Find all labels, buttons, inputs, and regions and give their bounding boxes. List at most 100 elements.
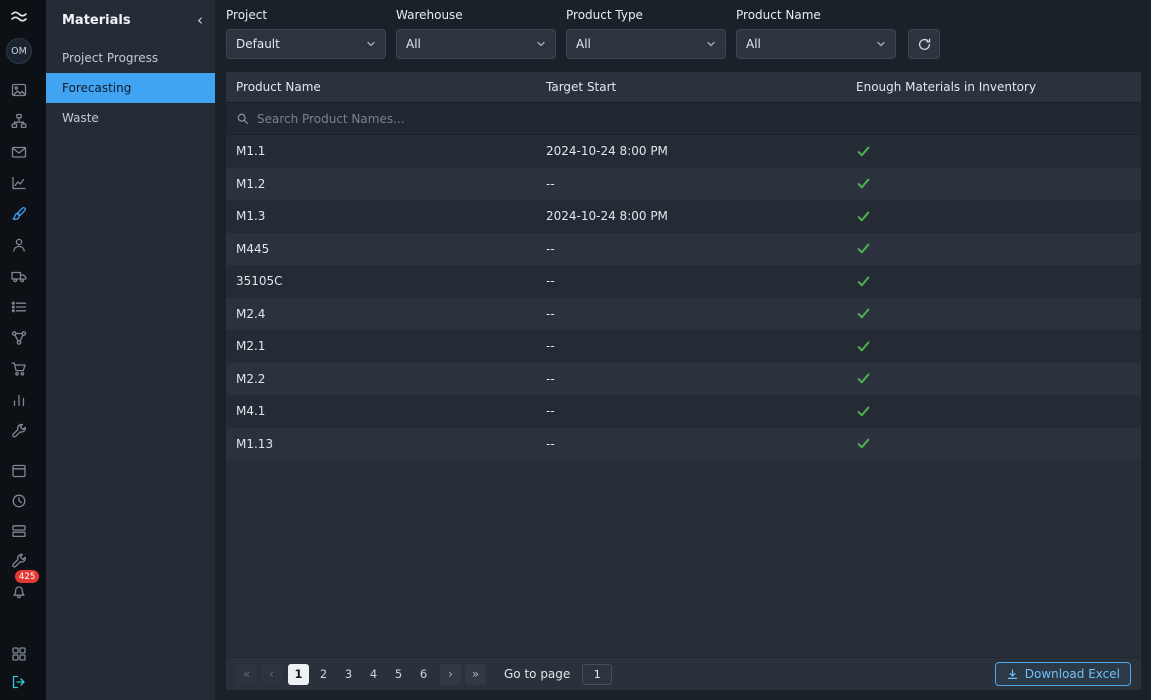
column-header-target-start[interactable]: Target Start	[546, 80, 856, 94]
previous-page-button[interactable]: ‹	[261, 664, 282, 685]
page-buttons: 123456	[288, 664, 434, 685]
wrench-icon[interactable]	[10, 423, 28, 439]
check-icon	[856, 339, 871, 354]
cell-target-start: --	[546, 372, 856, 386]
chart-line-icon[interactable]	[10, 175, 28, 191]
truck-icon[interactable]	[10, 268, 28, 284]
table-row[interactable]: M445--	[226, 233, 1141, 266]
refresh-button[interactable]	[908, 29, 940, 59]
page-button-4[interactable]: 4	[363, 664, 384, 685]
table-panel: Product Name Target Start Enough Materia…	[226, 72, 1141, 690]
cell-enough-materials	[856, 306, 1141, 321]
check-icon	[856, 241, 871, 256]
check-icon	[856, 436, 871, 451]
search-icon	[236, 112, 249, 125]
sidebar-header: Materials ‹	[46, 0, 215, 43]
first-page-button[interactable]: «	[236, 664, 257, 685]
app-logo-icon[interactable]	[9, 7, 29, 27]
filter-label: Warehouse	[396, 8, 556, 22]
table-row[interactable]: M1.2--	[226, 168, 1141, 201]
cell-product-name: M2.4	[226, 307, 546, 321]
check-icon	[856, 209, 871, 224]
cell-product-name: M1.1	[226, 144, 546, 158]
cell-enough-materials	[856, 144, 1141, 159]
cart-icon[interactable]	[10, 361, 28, 377]
tools-icon[interactable]	[10, 553, 28, 569]
avatar[interactable]: OM	[6, 38, 32, 64]
list-icon[interactable]	[10, 299, 28, 315]
table-row[interactable]: M4.1--	[226, 395, 1141, 428]
table-row[interactable]: M1.12024-10-24 8:00 PM	[226, 135, 1141, 168]
sidebar-item-waste[interactable]: Waste	[46, 103, 215, 133]
table-row[interactable]: M1.32024-10-24 8:00 PM	[226, 200, 1141, 233]
select-value: All	[746, 37, 761, 51]
check-icon	[856, 306, 871, 321]
page-button-1[interactable]: 1	[288, 664, 309, 685]
check-icon	[856, 144, 871, 159]
collapse-sidebar-icon[interactable]: ‹	[197, 13, 203, 28]
bar-chart-icon[interactable]	[10, 392, 28, 408]
logout-icon[interactable]	[10, 674, 28, 690]
image-icon[interactable]	[10, 82, 28, 98]
filter-label: Product Type	[566, 8, 726, 22]
app-root: OM 425 Materials ‹ Project ProgressForec…	[0, 0, 1151, 700]
clock-icon[interactable]	[10, 493, 28, 509]
download-label: Download Excel	[1025, 667, 1120, 681]
filters-row: ProjectDefault Warehouse All Product Type Al…	[226, 8, 1141, 59]
cell-target-start: --	[546, 177, 856, 191]
product-name-select[interactable]: All	[736, 29, 896, 59]
cell-target-start: 2024-10-24 8:00 PM	[546, 144, 856, 158]
sidebar-title: Materials	[62, 13, 131, 28]
warehouse-select[interactable]: All	[396, 29, 556, 59]
sidebar-item-forecasting[interactable]: Forecasting	[46, 73, 215, 103]
table-row[interactable]: M1.13--	[226, 428, 1141, 461]
download-excel-button[interactable]: Download Excel	[995, 662, 1131, 686]
cell-target-start: --	[546, 404, 856, 418]
bell-icon[interactable]: 425	[10, 583, 28, 599]
cell-product-name: M1.2	[226, 177, 546, 191]
sitemap-icon[interactable]	[10, 113, 28, 129]
table-empty-space	[226, 460, 1141, 657]
cell-enough-materials	[856, 339, 1141, 354]
check-icon	[856, 371, 871, 386]
cell-target-start: --	[546, 307, 856, 321]
brush-icon[interactable]	[10, 206, 28, 222]
last-page-button[interactable]: »	[465, 664, 486, 685]
column-header-product-name[interactable]: Product Name	[226, 80, 546, 94]
cell-enough-materials	[856, 371, 1141, 386]
refresh-icon	[917, 37, 932, 52]
table-body: M1.12024-10-24 8:00 PMM1.2--M1.32024-10-…	[226, 135, 1141, 460]
download-icon	[1006, 668, 1019, 681]
check-icon	[856, 274, 871, 289]
product-type-select[interactable]: All	[566, 29, 726, 59]
go-to-page-label: Go to page	[504, 667, 570, 681]
person-icon[interactable]	[10, 237, 28, 253]
network-icon[interactable]	[10, 330, 28, 346]
cell-product-name: M1.3	[226, 209, 546, 223]
cell-product-name: M1.13	[226, 437, 546, 451]
table-row[interactable]: M2.4--	[226, 298, 1141, 331]
sidebar-item-project-progress[interactable]: Project Progress	[46, 43, 215, 73]
page-button-5[interactable]: 5	[388, 664, 409, 685]
cell-product-name: M4.1	[226, 404, 546, 418]
column-header-enough-materials[interactable]: Enough Materials in Inventory	[856, 80, 1141, 94]
filter-product-name: Product NameAll	[736, 8, 896, 59]
page-button-2[interactable]: 2	[313, 664, 334, 685]
filter-project: ProjectDefault	[226, 8, 386, 59]
table-row[interactable]: 35105C--	[226, 265, 1141, 298]
rows-icon[interactable]	[10, 523, 28, 539]
window-icon[interactable]	[10, 463, 28, 479]
project-select[interactable]: Default	[226, 29, 386, 59]
cell-target-start: 2024-10-24 8:00 PM	[546, 209, 856, 223]
next-page-button[interactable]: ›	[440, 664, 461, 685]
page-button-6[interactable]: 6	[413, 664, 434, 685]
table-row[interactable]: M2.2--	[226, 363, 1141, 396]
go-to-page-input[interactable]	[582, 664, 612, 685]
search-input[interactable]	[257, 112, 1131, 126]
grid-icon[interactable]	[10, 646, 28, 662]
table-row[interactable]: M2.1--	[226, 330, 1141, 363]
mail-icon[interactable]	[10, 144, 28, 160]
page-button-3[interactable]: 3	[338, 664, 359, 685]
pagination-bar: « ‹ 123456 › » Go to page Download Excel	[226, 657, 1141, 690]
cell-enough-materials	[856, 436, 1141, 451]
